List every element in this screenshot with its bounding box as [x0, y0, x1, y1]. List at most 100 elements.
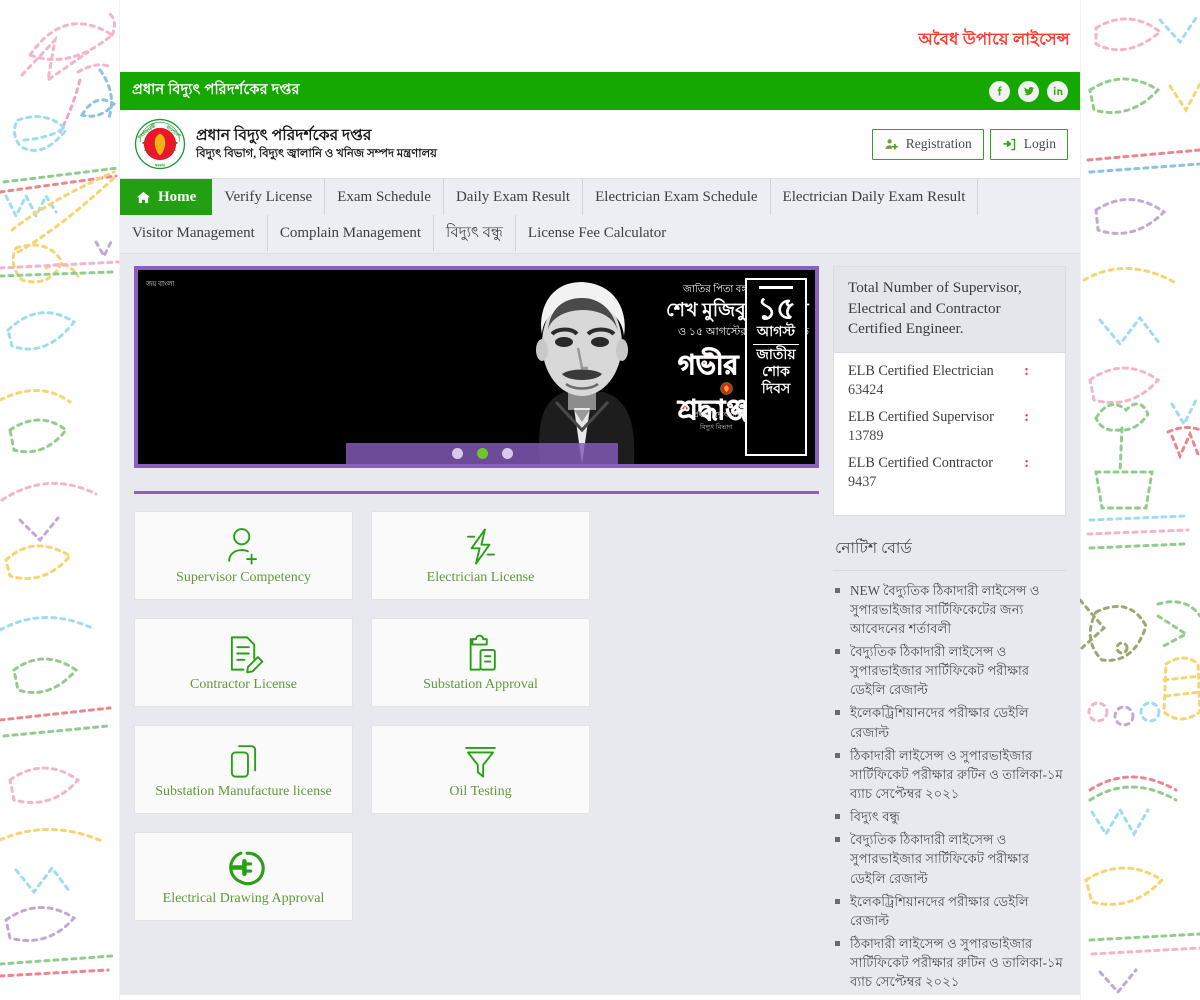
service-label: Contractor License — [190, 677, 297, 692]
badge-word-3: শোক — [762, 365, 790, 381]
top-strip: অবৈধ উপায়ে লাইসেন্স — [120, 0, 1080, 72]
nav-item-complain-management[interactable]: Complain Management — [268, 215, 435, 251]
section-divider — [134, 491, 819, 494]
registration-button[interactable]: Registration — [871, 128, 984, 160]
green-title-bar: প্রধান বিদ্যুৎ পরিদর্শকের দপ্তর — [120, 72, 1080, 110]
stat-separator: : — [1024, 408, 1029, 425]
nav-row-1: Home Verify License Exam Schedule Daily … — [120, 179, 1080, 215]
stat-label: ELB Certified Electrician — [848, 362, 994, 379]
page-content: জয় বাংলা জয় বঙ্গবন্ধু — [120, 254, 1080, 996]
brand-identity: সরকার গণপ্রজাতন্ত্রী বাংলাদেশ প্রধান বিদ… — [134, 118, 437, 170]
box-stack-icon — [230, 745, 257, 778]
notice-item[interactable]: ইলেকট্রিশিয়ানদের পরীক্ষার ডেইলি রেজাল্ট — [833, 892, 1066, 930]
brand-row: সরকার গণপ্রজাতন্ত্রী বাংলাদেশ প্রধান বিদ… — [120, 110, 1080, 178]
notice-item[interactable]: ইলেকট্রিশিয়ানদের পরীক্ষার ডেইলি রেজাল্ট — [833, 703, 1066, 741]
notice-item[interactable]: NEW বৈদ্যুতিক ঠিকাদারী লাইসেন্স ও সুপারভ… — [833, 581, 1066, 638]
site-title-bangla: প্রধান বিদ্যুৎ পরিদর্শকের দপ্তর — [132, 82, 300, 98]
stats-heading: Total Number of Supervisor, Electrical a… — [834, 267, 1065, 353]
mourning-day-badge: ১৫ আগস্ট জাতীয় শোক দিবস — [745, 278, 807, 456]
stat-value: 13789 — [848, 427, 884, 444]
stat-label: ELB Certified Supervisor — [848, 408, 994, 425]
stat-separator: : — [1024, 362, 1029, 379]
mujib-portrait-image — [478, 270, 678, 464]
service-label: Electrician License — [426, 570, 535, 585]
funnel-icon — [465, 747, 496, 778]
service-card-oil-testing[interactable]: Oil Testing — [371, 725, 590, 814]
nav-item-electrician-exam-schedule[interactable]: Electrician Exam Schedule — [583, 179, 771, 215]
brand-title: প্রধান বিদ্যুৎ পরিদর্শকের দপ্তর — [196, 126, 372, 144]
facebook-icon[interactable] — [989, 80, 1010, 102]
carousel-slide: জয় বাংলা জয় বঙ্গবন্ধু — [138, 270, 815, 464]
nav-item-license-fee-calculator[interactable]: License Fee Calculator — [516, 215, 678, 251]
service-card-supervisor-competency[interactable]: Supervisor Competency — [134, 511, 353, 600]
nav-label-home: Home — [158, 189, 197, 205]
stat-row-supervisor: ELB Certified Supervisor : 13789 — [848, 409, 1051, 445]
carousel-dot-1[interactable] — [451, 448, 463, 459]
notice-item[interactable]: ঠিকাদারী লাইসেন্স ও সুপারভাইজার সার্টিফি… — [833, 934, 1066, 991]
stat-separator: : — [1024, 454, 1029, 471]
stat-row-electrician: ELB Certified Electrician : 63424 — [848, 363, 1051, 399]
service-label: Electrical Drawing Approval — [162, 891, 325, 906]
nav-item-home[interactable]: Home — [120, 179, 213, 215]
service-card-substation-approval[interactable]: Substation Approval — [371, 618, 590, 707]
brand-subtitle: বিদ্যুৎ বিভাগ, বিদ্যুৎ জ্বালানি ও খনিজ স… — [196, 148, 437, 161]
site-page: অবৈধ উপায়ে লাইসেন্স প্রধান বিদ্যুৎ পরিদ… — [120, 0, 1080, 1000]
illegal-license-notice[interactable]: অবৈধ উপায়ে লাইসেন্স — [918, 27, 1070, 54]
document-edit-icon — [230, 636, 264, 674]
banner-seal-icon — [720, 382, 733, 395]
badge-word-1: আগস্ট — [756, 325, 796, 340]
badge-word-4: দিবস — [761, 382, 791, 398]
social-links — [989, 80, 1068, 102]
government-seal-icon: সরকার গণপ্রজাতন্ত্রী বাংলাদেশ — [134, 118, 186, 170]
login-label: Login — [1023, 136, 1056, 151]
service-card-grid: Supervisor Competency Electrician Licens… — [134, 511, 819, 921]
badge-rule-1 — [753, 344, 799, 346]
service-label: Oil Testing — [449, 784, 512, 799]
stat-value: 63424 — [848, 381, 884, 398]
carousel-indicators — [346, 443, 618, 464]
service-card-electrical-drawing-approval[interactable]: Electrical Drawing Approval — [134, 832, 353, 921]
main-navigation: Home Verify License Exam Schedule Daily … — [120, 178, 1080, 254]
carousel-dot-3[interactable] — [501, 448, 513, 459]
stats-body: ELB Certified Electrician : 63424 ELB Ce… — [834, 353, 1065, 515]
carousel-dot-2[interactable] — [476, 448, 488, 459]
service-label: Supervisor Competency — [176, 570, 311, 585]
banner-org-sub: বিদ্যুৎ বিভাগ — [700, 424, 733, 431]
nav-item-exam-schedule[interactable]: Exam Schedule — [325, 179, 444, 215]
left-column: জয় বাংলা জয় বঙ্গবন্ধু — [120, 266, 827, 995]
twitter-icon[interactable] — [1018, 80, 1039, 102]
service-label: Substation Manufacture license — [155, 784, 332, 799]
stat-value: 9437 — [848, 473, 877, 490]
notice-item[interactable]: বৈদ্যুতিক ঠিকাদারী লাইসেন্স ও সুপারভাইজা… — [833, 830, 1066, 887]
stat-row-contractor: ELB Certified Contractor : 9437 — [848, 455, 1051, 491]
auth-buttons: Registration Login — [871, 128, 1068, 160]
banner-corner-left: জয় বাংলা — [146, 280, 175, 288]
badge-word-2: জাতীয় — [756, 348, 796, 364]
service-label: Substation Approval — [423, 677, 538, 692]
nav-item-electrician-daily-exam-result[interactable]: Electrician Daily Exam Result — [771, 179, 979, 215]
nav-row-2: Visitor Management Complain Management ব… — [120, 215, 1080, 251]
nav-item-visitor-management[interactable]: Visitor Management — [120, 215, 268, 251]
linkedin-icon[interactable] — [1047, 80, 1068, 102]
notice-item[interactable]: ঠিকাদারী লাইসেন্স ও সুপারভাইজার সার্টিফি… — [833, 746, 1066, 803]
user-plus-icon — [228, 528, 257, 565]
nav-item-verify-license[interactable]: Verify License — [212, 179, 326, 215]
notice-board-list: NEW বৈদ্যুতিক ঠিকাদারী লাইসেন্স ও সুপারভ… — [833, 571, 1066, 992]
stats-panel: Total Number of Supervisor, Electrical a… — [833, 266, 1066, 516]
svg-text:সরকার: সরকার — [154, 162, 166, 167]
login-button[interactable]: Login — [989, 128, 1068, 160]
nav-item-bidyut-bondhu[interactable]: বিদ্যুৎ বন্ধু — [434, 215, 516, 251]
lightning-bolt-icon — [467, 528, 495, 565]
hero-carousel[interactable]: জয় বাংলা জয় বঙ্গবন্ধু — [134, 266, 819, 468]
service-card-substation-manufacture-license[interactable]: Substation Manufacture license — [134, 725, 353, 814]
clipboard-list-icon — [469, 634, 496, 671]
notice-item[interactable]: বিদ্যুৎ বন্ধু — [833, 807, 1066, 826]
sign-in-icon — [1002, 138, 1015, 150]
plug-circle-icon — [229, 851, 265, 886]
notice-item[interactable]: বৈদ্যুতিক ঠিকাদারী লাইসেন্স ও সুপারভাইজা… — [833, 642, 1066, 699]
home-icon — [136, 191, 151, 203]
nav-item-daily-exam-result[interactable]: Daily Exam Result — [444, 179, 584, 215]
service-card-contractor-license[interactable]: Contractor License — [134, 618, 353, 707]
service-card-electrician-license[interactable]: Electrician License — [371, 511, 590, 600]
right-column: Total Number of Supervisor, Electrical a… — [827, 266, 1080, 995]
